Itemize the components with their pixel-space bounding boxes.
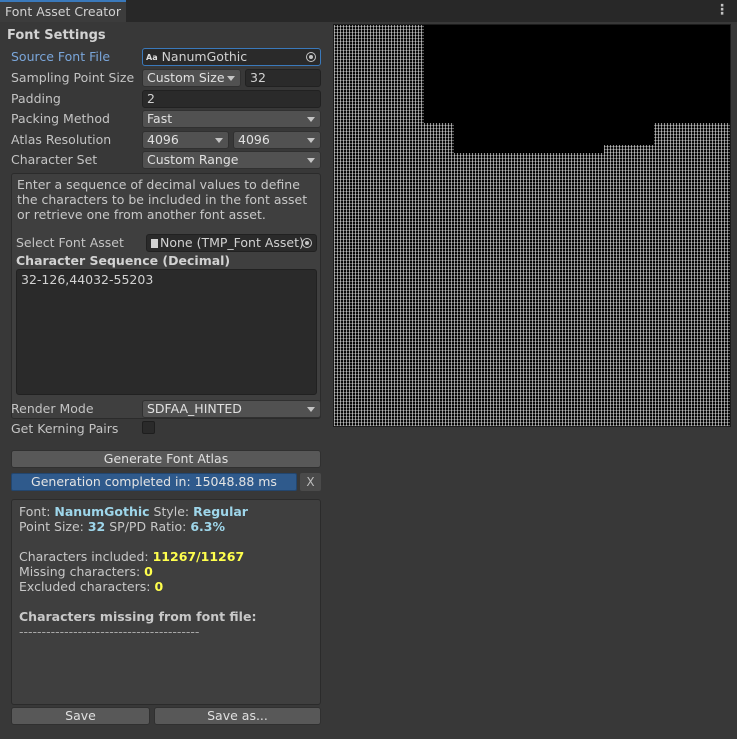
font-prefix: Font:: [19, 504, 55, 519]
excluded-prefix: Excluded characters:: [19, 579, 155, 594]
point-size-input[interactable]: 32: [245, 69, 321, 87]
render-mode-value: SDFAA_HINTED: [147, 401, 242, 416]
object-picker-icon[interactable]: [302, 238, 312, 248]
character-set-value: Custom Range: [147, 152, 239, 167]
sampling-point-size-label: Sampling Point Size: [11, 70, 135, 85]
style-value: Regular: [193, 504, 248, 519]
generation-progress-bar: Generation completed in: 15048.88 ms: [11, 473, 297, 491]
atlas-empty-region: [424, 25, 730, 123]
tab-bar: Font Asset Creator ⋮: [0, 0, 737, 22]
missing-characters-line: Missing characters: 0: [19, 564, 153, 579]
included-prefix: Characters included:: [19, 549, 153, 564]
characters-included-line: Characters included: 11267/11267: [19, 549, 244, 564]
atlas-width-dropdown[interactable]: 4096: [142, 131, 229, 149]
padding-input[interactable]: 2: [142, 90, 321, 108]
font-atlas-preview: [333, 24, 731, 427]
chevron-down-icon: [215, 138, 223, 143]
help-text: Enter a sequence of decimal values to de…: [17, 177, 308, 222]
get-kerning-pairs-label: Get Kerning Pairs: [11, 421, 119, 436]
character-sequence-label: Character Sequence (Decimal): [16, 253, 231, 268]
point-size-line: Point Size: 32 SP/PD Ratio: 6.3%: [19, 519, 225, 534]
point-size-prefix: Point Size:: [19, 519, 88, 534]
render-mode-dropdown[interactable]: SDFAA_HINTED: [142, 400, 321, 418]
missing-value: 0: [144, 564, 153, 579]
save-as-button[interactable]: Save as...: [154, 707, 321, 725]
character-sequence-textarea[interactable]: 32-126,44032-55203: [16, 269, 317, 395]
source-font-file-label: Source Font File: [11, 49, 111, 64]
generation-output-box: Font: NanumGothic Style: Regular Point S…: [11, 499, 321, 705]
render-mode-label: Render Mode: [11, 401, 94, 416]
packing-method-label: Packing Method: [11, 111, 110, 126]
save-button[interactable]: Save: [11, 707, 150, 725]
dismiss-button[interactable]: X: [300, 473, 321, 491]
chevron-down-icon: [307, 138, 315, 143]
object-picker-icon[interactable]: [306, 52, 316, 62]
excluded-characters-line: Excluded characters: 0: [19, 579, 163, 594]
missing-header: Characters missing from font file:: [19, 609, 257, 624]
divider-line: ----------------------------------------: [19, 624, 200, 639]
missing-prefix: Missing characters:: [19, 564, 145, 579]
generate-font-atlas-button[interactable]: Generate Font Atlas: [11, 450, 321, 468]
atlas-resolution-label: Atlas Resolution: [11, 132, 112, 147]
chevron-down-icon: [307, 407, 315, 412]
sampling-point-size-dropdown[interactable]: Custom Size: [142, 69, 241, 87]
ratio-prefix: SP/PD Ratio:: [109, 519, 191, 534]
kebab-menu-icon[interactable]: ⋮: [715, 3, 729, 17]
excluded-value: 0: [154, 579, 164, 594]
chevron-down-icon: [227, 76, 235, 81]
font-settings-panel: Font Settings Source Font File Aa NanumG…: [0, 24, 328, 739]
document-icon: [151, 239, 158, 248]
character-set-dropdown[interactable]: Custom Range: [142, 151, 321, 169]
chevron-down-icon: [307, 158, 315, 163]
character-set-helpbox: Enter a sequence of decimal values to de…: [11, 173, 321, 419]
source-font-file-value: NanumGothic: [161, 49, 248, 64]
style-prefix: Style:: [153, 504, 194, 519]
packing-method-value: Fast: [147, 111, 173, 126]
tab-font-asset-creator[interactable]: Font Asset Creator: [0, 0, 126, 22]
font-asset-icon: Aa: [146, 53, 158, 62]
source-font-file-field[interactable]: Aa NanumGothic: [142, 48, 321, 66]
select-font-asset-field[interactable]: None (TMP_Font Asset): [146, 234, 317, 252]
padding-label: Padding: [11, 91, 61, 106]
select-font-asset-label: Select Font Asset: [16, 235, 124, 250]
font-info-line: Font: NanumGothic Style: Regular: [19, 504, 248, 519]
atlas-height-dropdown[interactable]: 4096: [233, 131, 321, 149]
select-font-asset-value: None (TMP_Font Asset): [160, 235, 304, 250]
character-set-label: Character Set: [11, 152, 98, 167]
included-value: 11267/11267: [152, 549, 245, 564]
point-size-value: 32: [87, 519, 106, 534]
ratio-value: 6.3%: [190, 519, 226, 534]
atlas-width-value: 4096: [147, 132, 179, 147]
atlas-empty-region: [604, 123, 654, 145]
atlas-empty-region: [454, 123, 604, 153]
atlas-height-value: 4096: [238, 132, 270, 147]
packing-method-dropdown[interactable]: Fast: [142, 110, 321, 128]
section-title: Font Settings: [7, 28, 106, 43]
sampling-mode-value: Custom Size: [147, 70, 225, 85]
get-kerning-pairs-checkbox[interactable]: [142, 421, 155, 434]
font-name-value: NanumGothic: [54, 504, 150, 519]
chevron-down-icon: [307, 117, 315, 122]
